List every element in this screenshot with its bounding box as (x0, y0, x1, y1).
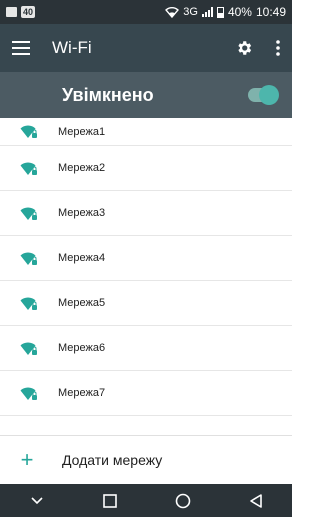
network-name: Мережа7 (58, 387, 106, 399)
network-item[interactable]: Мережа1 (0, 118, 292, 146)
network-name: Мережа6 (58, 342, 106, 354)
overflow-menu-icon[interactable] (264, 24, 292, 72)
plus-icon: + (20, 446, 34, 472)
notification-badge: 40 (21, 6, 36, 18)
network-item[interactable]: Мережа2 (0, 146, 292, 191)
network-name: Мережа2 (58, 162, 106, 174)
add-network-row[interactable]: + Додати мережу (0, 435, 292, 483)
wifi-lock-icon (0, 191, 58, 235)
network-name: Мережа3 (58, 207, 106, 219)
network-item[interactable]: Мережа5 (0, 281, 292, 326)
network-name: Мережа4 (58, 252, 106, 264)
wifi-lock-icon (0, 281, 58, 325)
gear-icon[interactable] (224, 24, 264, 72)
menu-icon[interactable] (0, 24, 42, 72)
network-name: Мережа5 (58, 297, 106, 309)
status-left: 40 (6, 6, 36, 18)
switch-label: Увімкнено (62, 84, 154, 105)
network-type: 3G (183, 6, 198, 18)
page-title: Wi-Fi (52, 38, 92, 57)
network-name: Мережа1 (58, 125, 106, 138)
battery-icon (216, 6, 224, 18)
network-item[interactable]: Мережа6 (0, 326, 292, 371)
clock: 10:49 (255, 5, 286, 19)
home-icon[interactable] (163, 484, 203, 517)
wifi-lock-icon (0, 371, 58, 415)
chevron-down-icon[interactable] (17, 484, 57, 517)
signal-icon (201, 7, 213, 17)
wifi-lock-icon (0, 236, 58, 280)
navigation-bar (0, 484, 292, 517)
toggle-knob (259, 85, 279, 105)
back-icon[interactable] (236, 484, 276, 517)
network-item[interactable]: Мережа4 (0, 236, 292, 281)
network-list: Мережа1 Мережа2 Мережа3 Мережа4 Мережа5 Мереж… (0, 118, 292, 416)
status-bar: 40 3G 40% 10:49 (0, 0, 292, 24)
wifi-toggle[interactable] (248, 85, 279, 105)
wifi-switch-bar[interactable]: Увімкнено (0, 72, 292, 118)
add-network-label: Додати мережу (62, 451, 163, 468)
toolbar: Wi-Fi (0, 24, 292, 72)
recents-icon[interactable] (90, 484, 130, 517)
wifi-status-icon (165, 7, 180, 18)
status-right: 3G 40% 10:49 (165, 5, 286, 19)
battery-percent: 40% (227, 5, 252, 19)
wifi-lock-icon (0, 118, 58, 145)
sim-icon (6, 7, 17, 17)
network-item[interactable]: Мережа7 (0, 371, 292, 416)
wifi-lock-icon (0, 326, 58, 370)
wifi-lock-icon (0, 146, 58, 190)
network-item[interactable]: Мережа3 (0, 191, 292, 236)
